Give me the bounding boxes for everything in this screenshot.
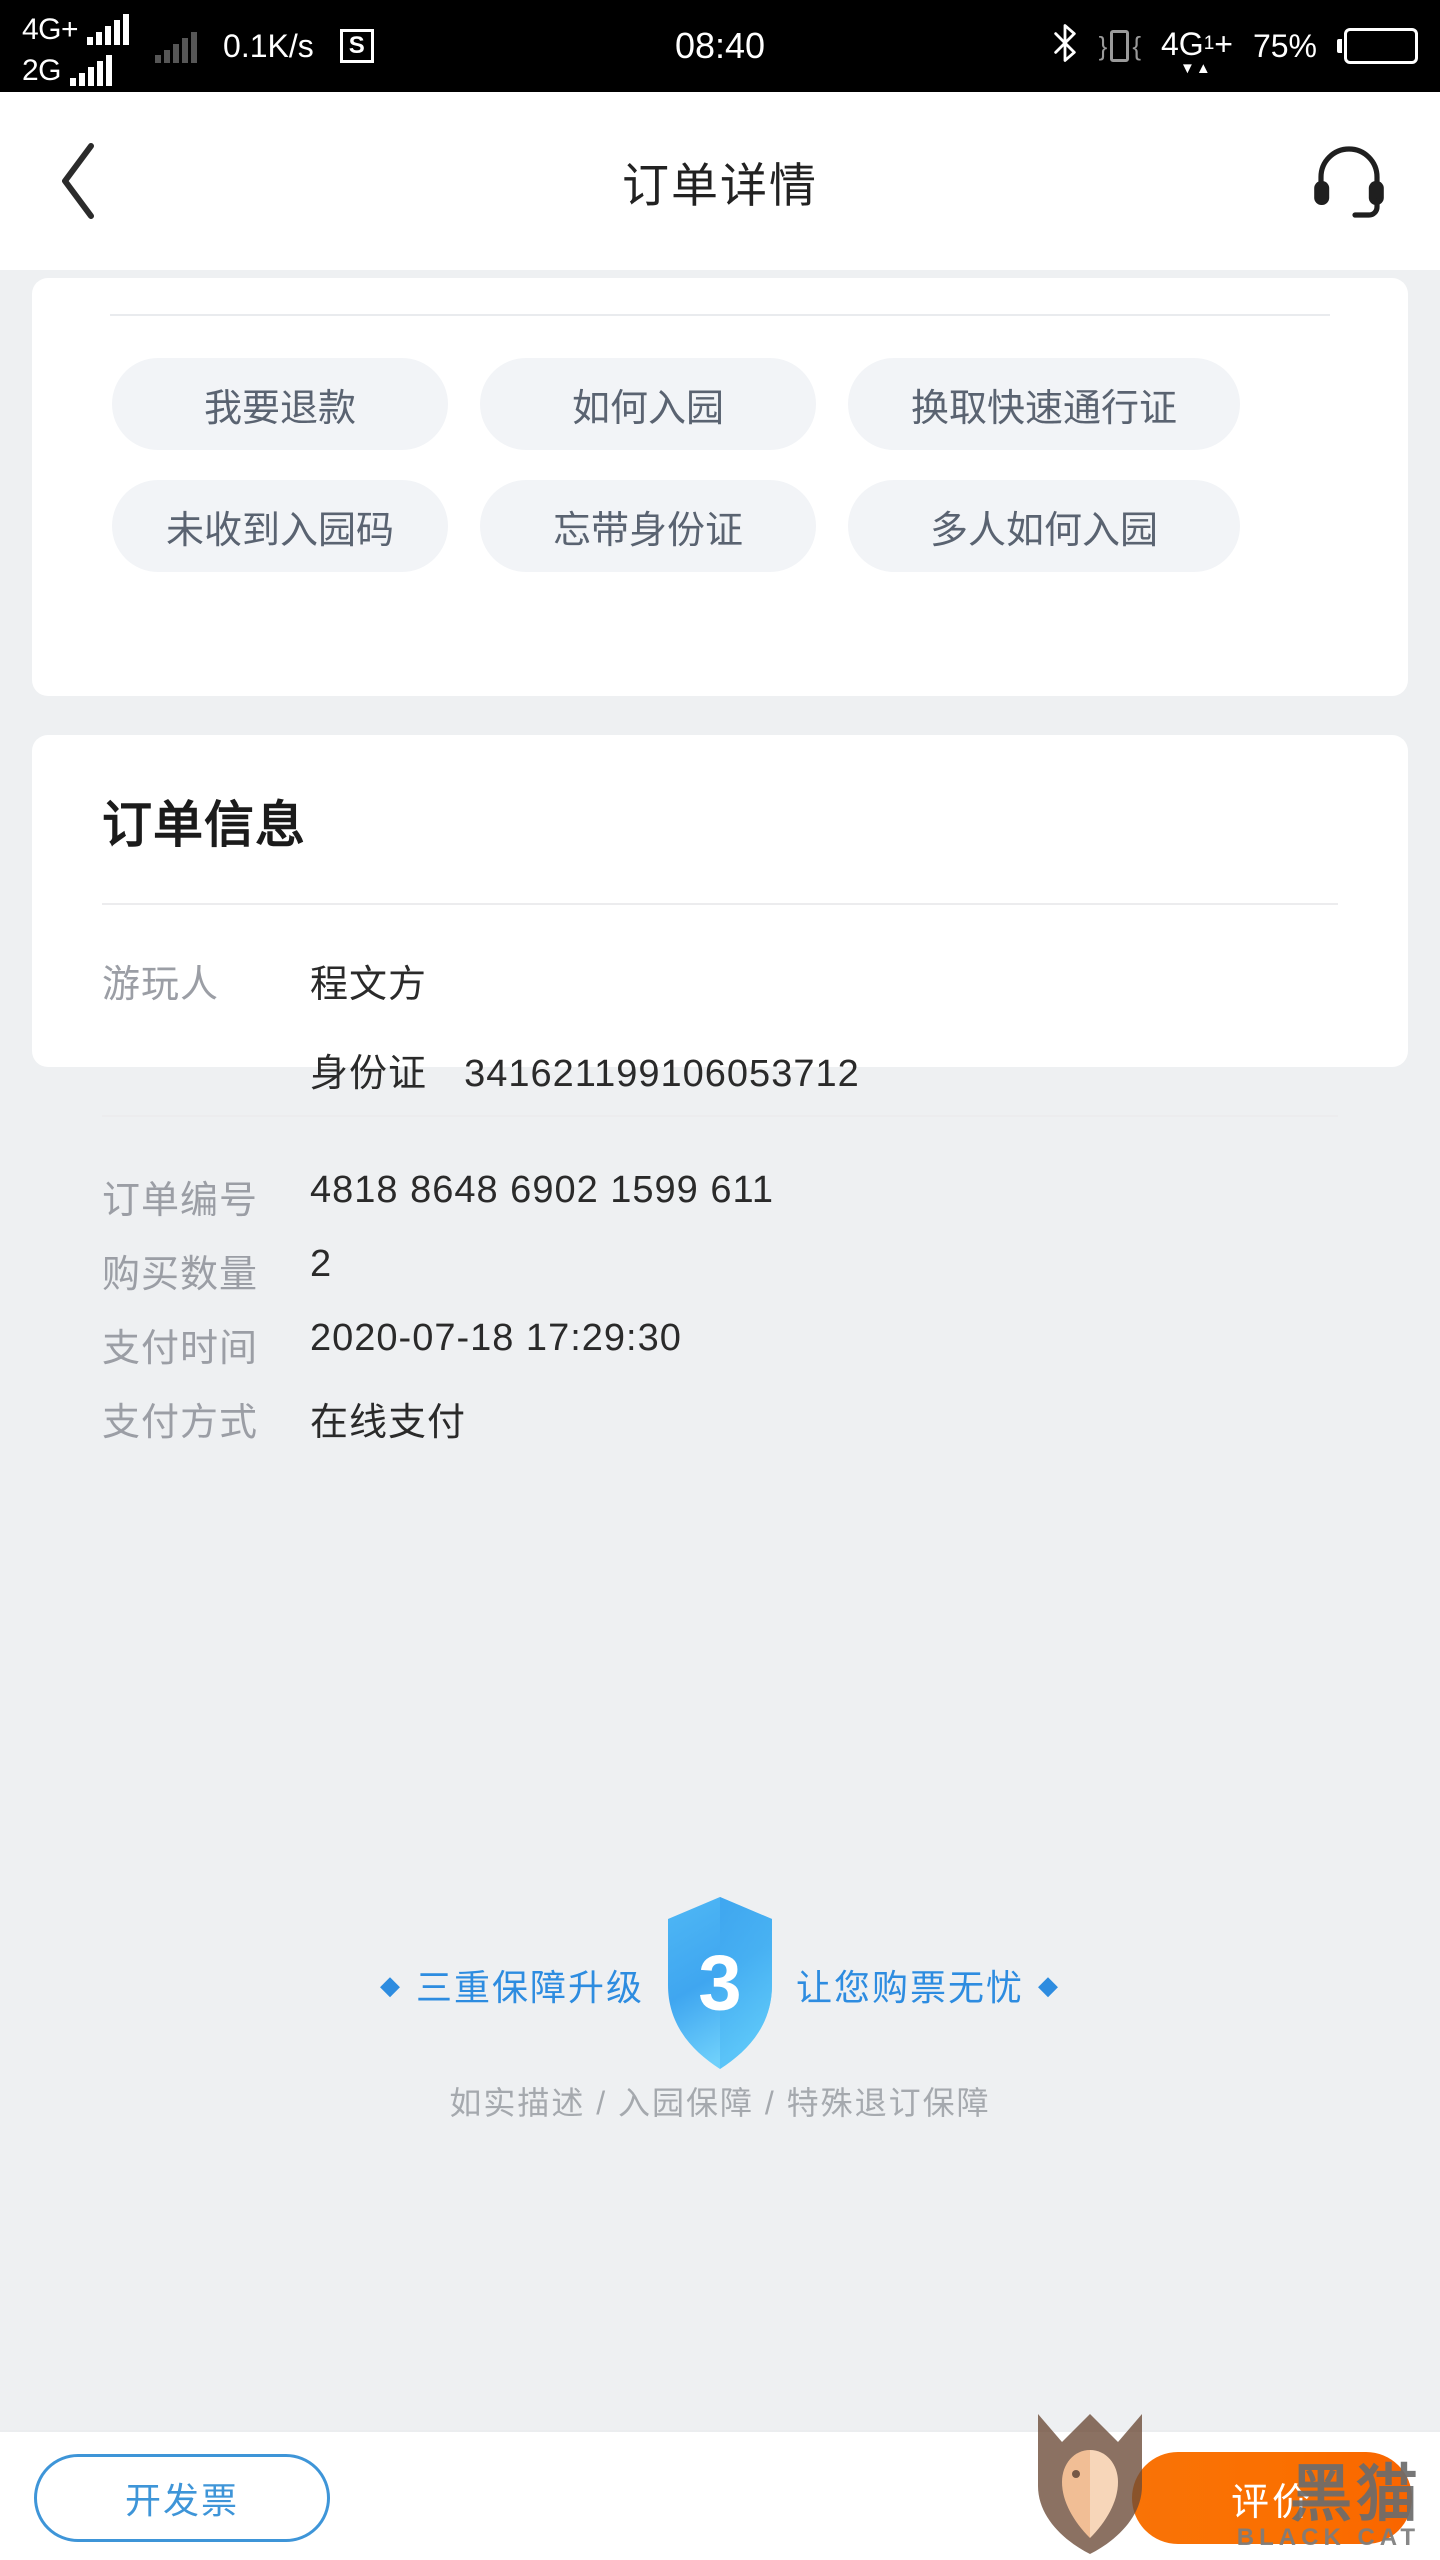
headset-icon [1309, 139, 1389, 224]
order-number-value: 4818 8648 6902 1599 611 [310, 1169, 774, 1211]
faq-chip-no-entry-code[interactable]: 未收到入园码 [112, 480, 448, 572]
faq-divider [110, 314, 1330, 316]
order-row-quantity: 购买数量 2 [102, 1243, 1338, 1298]
rate-button[interactable]: 评价 [1132, 2452, 1412, 2544]
sim2-network-label: 2G [22, 53, 62, 87]
data-network-plus: + [1214, 25, 1233, 62]
secondary-signal-bars-icon [155, 29, 198, 63]
faq-chip-how-to-enter[interactable]: 如何入园 [480, 358, 816, 450]
network-speed-label: 0.1K/s [223, 27, 314, 64]
traveler-name: 程文方 [310, 964, 428, 1006]
guarantee-subtitle: 如实描述 / 入园保障 / 特殊退订保障 [449, 2085, 991, 2121]
pay-method-value: 在线支付 [310, 1402, 467, 1444]
guarantee-right: 让您购票无忧 ◆ [796, 1959, 1060, 2011]
sim-signals: 4G+ 2G [22, 7, 130, 86]
faq-chip-refund[interactable]: 我要退款 [112, 358, 448, 450]
status-bar-left: 4G+ 2G 0.1K/s S [22, 7, 374, 86]
traveler-id-label: 身份证 [310, 1053, 428, 1095]
pay-method-label: 支付方式 [102, 1402, 259, 1444]
guarantee-left: ◆ 三重保障升级 [380, 1959, 644, 2011]
traveler-label: 游玩人 [102, 964, 220, 1006]
data-network-icon: 4G 1 + ▼▲ [1161, 25, 1233, 76]
rate-button-label: 评价 [1230, 2481, 1313, 2524]
bottom-action-bar: 开发票 评价 [0, 2430, 1440, 2560]
nav-bar: 订单详情 [0, 92, 1440, 270]
faq-chip-forgot-id[interactable]: 忘带身份证 [480, 480, 816, 572]
traveler-row: 游玩人 程文方 身份证 341621199106053712 [102, 953, 1338, 1097]
invoice-button-label: 开发票 [124, 2480, 239, 2521]
guarantee-row: ◆ 三重保障升级 3 让您购票无忧 ◆ [0, 1880, 1440, 2090]
bluetooth-icon [1051, 23, 1079, 69]
order-details-rule-bottom [102, 1115, 1338, 1117]
traveler-id-line: 身份证 341621199106053712 [310, 1042, 860, 1097]
faq-chip-label: 如何入园 [571, 387, 724, 430]
data-network-sub: 1 [1203, 33, 1215, 54]
order-details-title: 订单信息 [102, 797, 306, 853]
battery-percent-label: 75% [1252, 27, 1317, 64]
status-bar: 4G+ 2G 0.1K/s S 08:40 }{ 4G 1 + ▼▲ 75% [0, 0, 1440, 92]
order-row-number: 订单编号 4818 8648 6902 1599 611 [102, 1169, 1338, 1224]
customer-service-button[interactable] [1304, 136, 1394, 226]
faq-chip-label: 未收到入园码 [165, 509, 394, 552]
order-number-label: 订单编号 [102, 1180, 259, 1222]
sim1-network-label: 4G+ [22, 12, 79, 46]
faq-chip-label: 我要退款 [203, 387, 356, 430]
shield-badge: 3 [660, 1880, 780, 2090]
guarantee-banner: ◆ 三重保障升级 3 让您购票无忧 ◆ 如实描述 / 入园保障 / 特殊退订保障 [0, 1880, 1440, 2170]
traveler-value: 程文方 身份证 341621199106053712 [310, 953, 860, 1097]
faq-chip-list: 我要退款 如何入园 换取快速通行证 未收到入园码 忘带身份证 多人如何入园 [112, 358, 1328, 572]
order-details-card: 订单信息 游玩人 程文方 身份证 341621199106053712 订单编号… [32, 735, 1408, 1444]
faq-chip-fastpass[interactable]: 换取快速通行证 [848, 358, 1240, 450]
order-details-rule-top [102, 903, 1338, 905]
sim1-signal-bars-icon [87, 13, 130, 45]
faq-chip-label: 换取快速通行证 [910, 387, 1177, 430]
battery-icon [1337, 28, 1418, 64]
faq-card: 我要退款 如何入园 换取快速通行证 未收到入园码 忘带身份证 多人如何入园 [32, 278, 1408, 696]
faq-chip-label: 多人如何入园 [929, 509, 1158, 552]
guarantee-left-label: 三重保障升级 [415, 1967, 644, 2008]
quantity-value: 2 [310, 1243, 333, 1285]
pay-time-label: 支付时间 [102, 1328, 259, 1370]
screenshot-badge-icon: S [339, 29, 374, 63]
sim2-row: 2G [22, 48, 129, 86]
sim2-signal-bars-icon [70, 54, 113, 86]
guarantee-right-label: 让您购票无忧 [796, 1967, 1025, 2008]
traveler-id-number: 341621199106053712 [464, 1053, 860, 1095]
quantity-label: 购买数量 [102, 1254, 259, 1296]
page-title: 订单详情 [622, 158, 818, 212]
data-network-label: 4G [1161, 25, 1204, 62]
status-bar-right: }{ 4G 1 + ▼▲ 75% [1051, 23, 1418, 76]
vibrate-icon: }{ [1098, 30, 1141, 62]
faq-chip-label: 忘带身份证 [552, 509, 743, 552]
sim1-row: 4G+ [22, 7, 130, 46]
data-traffic-arrows-icon: ▼▲ [1180, 59, 1212, 77]
invoice-button[interactable]: 开发票 [34, 2454, 330, 2542]
diamond-icon: ◆ [379, 1970, 402, 2000]
diamond-icon: ◆ [1038, 1970, 1061, 2000]
order-row-paymethod: 支付方式 在线支付 [102, 1391, 1338, 1446]
pay-time-value: 2020-07-18 17:29:30 [310, 1317, 682, 1359]
shield-number: 3 [698, 1938, 742, 2027]
order-row-paytime: 支付时间 2020-07-18 17:29:30 [102, 1317, 1338, 1372]
faq-chip-group-entry[interactable]: 多人如何入园 [848, 480, 1240, 572]
